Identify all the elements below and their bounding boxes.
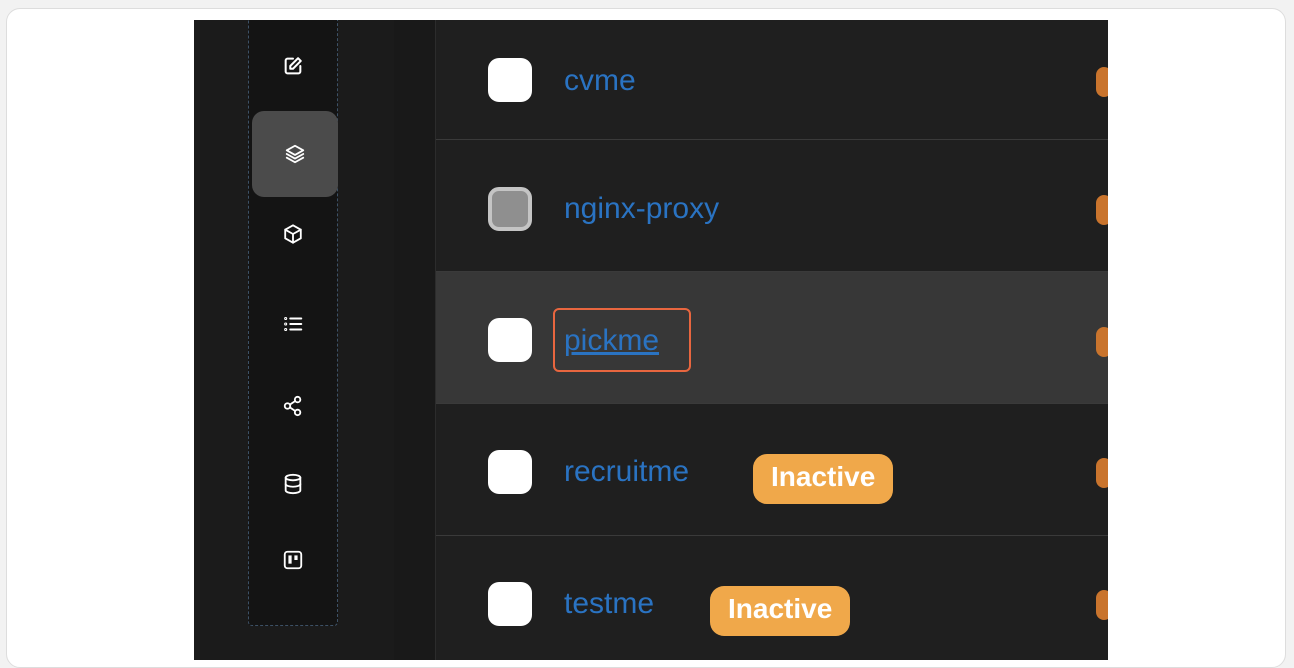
row-checkbox-disabled xyxy=(488,187,532,231)
table-row: cvme xyxy=(436,20,1108,140)
truncated-column xyxy=(1096,67,1108,97)
truncated-column xyxy=(1096,195,1108,225)
stack-name-link[interactable]: pickme xyxy=(564,323,659,359)
row-checkbox[interactable] xyxy=(488,58,532,102)
row-checkbox[interactable] xyxy=(488,318,532,362)
stack-name-link[interactable]: recruitme xyxy=(564,454,689,490)
status-badge: Inactive xyxy=(710,586,851,636)
stack-name-link[interactable]: nginx-proxy xyxy=(564,191,719,227)
stacks-list: cvme nginx-proxy pickme recruitme Inacti… xyxy=(436,20,1108,660)
list-icon[interactable] xyxy=(249,304,337,344)
table-row: nginx-proxy xyxy=(436,140,1108,272)
truncated-column xyxy=(1096,458,1108,488)
truncated-column xyxy=(1096,590,1108,620)
status-badge: Inactive xyxy=(753,454,894,504)
table-row: testme Inactive xyxy=(436,536,1108,660)
board-icon[interactable] xyxy=(249,540,337,580)
row-checkbox[interactable] xyxy=(488,450,532,494)
stack-name-link[interactable]: testme xyxy=(564,586,654,622)
truncated-column xyxy=(1096,327,1108,357)
stack-name-link[interactable]: cvme xyxy=(564,63,636,99)
app-window: cvme nginx-proxy pickme recruitme Inacti… xyxy=(194,20,1108,660)
table-row: recruitme Inactive xyxy=(436,404,1108,536)
stacks-icon[interactable] xyxy=(252,111,338,197)
containers-icon[interactable] xyxy=(249,214,337,254)
table-row: pickme xyxy=(436,272,1108,404)
gutter xyxy=(394,20,436,660)
database-icon[interactable] xyxy=(249,464,337,504)
icon-rail xyxy=(248,20,338,626)
edit-icon[interactable] xyxy=(249,46,337,86)
row-checkbox[interactable] xyxy=(488,582,532,626)
network-icon[interactable] xyxy=(249,386,337,426)
